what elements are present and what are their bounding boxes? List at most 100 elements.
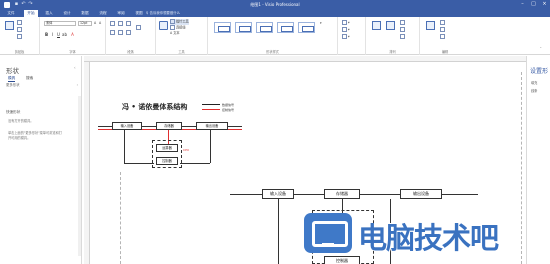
style-gallery-more-button[interactable]: ▾ — [320, 21, 322, 26]
align-left-icon — [110, 30, 115, 35]
align-right-icon — [126, 30, 131, 35]
format-painter-button[interactable] — [17, 34, 23, 40]
align-middle-icon — [118, 21, 123, 26]
copy-button[interactable] — [17, 27, 23, 33]
shapes-gallery-icon[interactable] — [159, 21, 168, 30]
tell-me-search[interactable]: ♀ 告诉我你想要做什么 — [146, 10, 180, 17]
font-size-select[interactable]: 12pt — [78, 21, 92, 26]
align-icon[interactable] — [372, 21, 381, 30]
data-signal-line — [142, 126, 156, 127]
maximize-icon[interactable]: □ — [528, 0, 539, 9]
send-backward-button[interactable] — [400, 27, 406, 33]
shape-style-4[interactable] — [277, 22, 294, 33]
fill-section[interactable]: 填充 — [531, 80, 537, 85]
tab-process[interactable]: 流程 — [96, 10, 110, 17]
font-name-select[interactable]: 宋体 — [44, 21, 76, 26]
paste-icon[interactable] — [5, 21, 14, 30]
font-color-button[interactable]: A — [70, 32, 75, 37]
cut-icon — [17, 20, 22, 25]
group-button[interactable] — [400, 34, 406, 40]
shape-style-3[interactable] — [256, 22, 273, 33]
input-device-box[interactable]: 输入设备 — [262, 189, 294, 199]
shape-styles-group: ▾ 形状样式 — [208, 17, 338, 55]
find-button[interactable] — [440, 20, 446, 26]
tab-file[interactable]: 文件 — [4, 10, 18, 17]
tab-design[interactable]: 设计 — [60, 10, 74, 17]
cut-button[interactable] — [17, 20, 23, 26]
fill-icon — [342, 20, 347, 25]
align-right-button[interactable] — [126, 30, 132, 36]
layers-button[interactable] — [440, 27, 446, 33]
shapes-panel: 形状 ‹ 模具 搜索 更多形状 › 快速形状 没有打开的模具。 单击上面的"更多… — [0, 56, 82, 264]
shape-style-5[interactable] — [298, 22, 315, 33]
data-signal-line — [294, 194, 324, 195]
align-center-button[interactable] — [118, 30, 124, 36]
hint-text-line: 开可用的模具。 — [8, 136, 31, 140]
cpu-label: CPU — [183, 148, 190, 152]
controller-box[interactable]: 控制器 — [324, 256, 360, 264]
title-bar: ▪ ↶ ↷ 绘图1 - Visio Professional – □ × — [0, 0, 550, 9]
data-signal-line — [360, 194, 400, 195]
shrink-font-button[interactable]: A — [99, 21, 101, 26]
change-shape-icon[interactable] — [426, 21, 435, 30]
position-icon[interactable] — [386, 21, 395, 30]
small-alu-box[interactable]: 运算器 — [156, 144, 178, 152]
fill-button[interactable]: ▾ — [342, 20, 350, 26]
small-output-device-box[interactable]: 输出设备 — [196, 122, 228, 130]
bold-button[interactable]: B — [44, 32, 49, 37]
find-icon — [440, 20, 445, 25]
select-button[interactable] — [440, 34, 446, 40]
pointer-tool-button[interactable]: 指针工具 — [170, 19, 189, 25]
small-controller-box[interactable]: 控制器 — [156, 157, 178, 165]
tab-data[interactable]: 数据 — [78, 10, 92, 17]
tab-search[interactable]: 搜索 — [26, 76, 33, 81]
data-signal-line — [210, 129, 211, 163]
align-center-icon — [118, 30, 123, 35]
line-button[interactable]: ▾ — [342, 27, 350, 33]
align-top-button[interactable] — [110, 21, 116, 27]
align-middle-button[interactable] — [118, 21, 124, 27]
align-top-icon — [110, 21, 115, 26]
tab-insert[interactable]: 插入 — [42, 10, 56, 17]
connector-tool-button[interactable]: 连接线 — [170, 25, 186, 31]
chevron-right-icon: › — [76, 83, 78, 87]
panel-scrollbar[interactable] — [78, 96, 81, 256]
connector-icon — [170, 25, 175, 30]
fill-section-label: 填充 — [531, 81, 538, 85]
collapse-panel-icon[interactable]: ‹ — [74, 65, 76, 70]
shape-style-2[interactable] — [235, 22, 252, 33]
line-section[interactable]: 线条 — [531, 88, 537, 93]
page-boundary — [120, 172, 121, 264]
window-title: 绘图1 - Visio Professional — [250, 2, 300, 7]
close-icon[interactable]: × — [539, 0, 550, 9]
align-bottom-icon — [126, 21, 131, 26]
underline-button[interactable]: U — [56, 32, 61, 37]
minimize-icon[interactable]: – — [517, 0, 528, 9]
strikethrough-button[interactable]: ab — [62, 32, 67, 37]
group-label: 字体 — [69, 50, 76, 54]
tab-home[interactable]: 开始 — [24, 10, 38, 17]
align-left-button[interactable] — [110, 30, 116, 36]
small-memory-box[interactable]: 存储器 — [156, 122, 182, 130]
shape-options-group: ▾ ▾ ▾ — [338, 17, 366, 55]
memory-box[interactable]: 存储器 — [324, 189, 360, 199]
align-bottom-button[interactable] — [126, 21, 132, 27]
bullets-button[interactable] — [136, 25, 142, 31]
effects-button[interactable]: ▾ — [342, 34, 350, 40]
grow-font-button[interactable]: A — [94, 21, 96, 26]
bring-forward-icon — [400, 20, 405, 25]
small-input-device-box[interactable]: 输入设备 — [112, 122, 142, 130]
tab-view[interactable]: 视图 — [132, 10, 146, 17]
output-device-box[interactable]: 输出设备 — [400, 189, 442, 199]
collapse-ribbon-icon[interactable]: ˆ — [540, 47, 542, 52]
monitor-logo-icon — [304, 213, 352, 253]
more-shapes-menu[interactable]: 更多形状 › — [6, 82, 78, 88]
text-tool-button[interactable]: A 文本 — [170, 31, 180, 36]
bring-forward-button[interactable] — [400, 20, 406, 26]
data-signal-line — [182, 126, 196, 127]
tab-review[interactable]: 审阅 — [114, 10, 128, 17]
clipboard-group: 剪贴板 — [0, 17, 40, 55]
italic-button[interactable]: I — [50, 32, 55, 37]
shape-style-1[interactable] — [214, 22, 231, 33]
diagram-title: 冯 • 诺依曼体系结构 — [122, 103, 188, 111]
